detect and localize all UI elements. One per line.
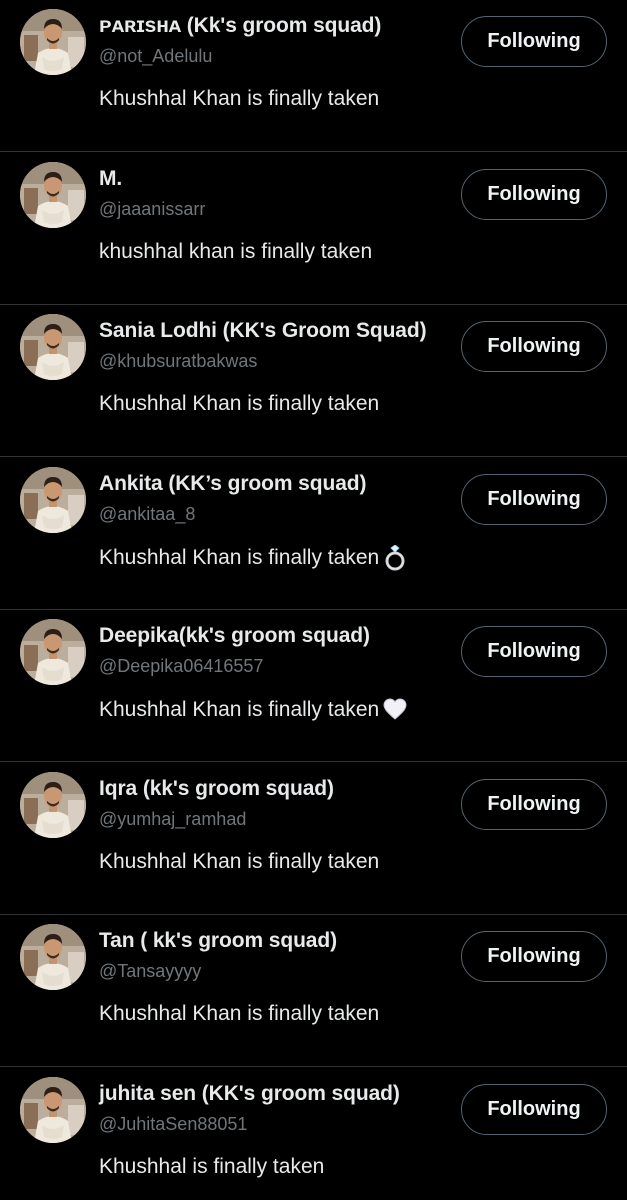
user-row[interactable]: juhita sen (KK's groom squad) @JuhitaSen…: [0, 1068, 627, 1200]
post-text-label: Khushhal Khan is finally taken: [99, 850, 380, 873]
following-button[interactable]: Following: [461, 169, 607, 220]
post-text-label: Khushhal Khan is finally taken: [99, 546, 380, 569]
following-button[interactable]: Following: [461, 474, 607, 525]
user-post-text: Khushhal Khan is finally taken: [99, 545, 407, 571]
user-display-name[interactable]: Ankita (KK’s groom squad): [99, 472, 367, 496]
following-button[interactable]: Following: [461, 16, 607, 67]
avatar[interactable]: [20, 1077, 86, 1143]
white-heart-icon: [383, 697, 407, 723]
user-post-text: khushhal khan is finally taken: [99, 240, 372, 264]
post-text-label: Khushhal is finally taken: [99, 1155, 325, 1178]
user-display-name[interactable]: Deepika(kk's groom squad): [99, 624, 370, 648]
post-text-label: Khushhal Khan is finally taken: [99, 698, 380, 721]
user-row[interactable]: ᴘᴀʀɪsʜᴀ (Kk's groom squad) @not_Adelulu …: [0, 0, 627, 152]
user-display-name[interactable]: Iqra (kk's groom squad): [99, 777, 334, 801]
following-button[interactable]: Following: [461, 931, 607, 982]
avatar-photo-icon: [20, 314, 86, 380]
user-handle[interactable]: @Tansayyyy: [99, 961, 201, 982]
user-display-name[interactable]: juhita sen (KK's groom squad): [99, 1082, 400, 1106]
user-display-name[interactable]: Sania Lodhi (KK's Groom Squad): [99, 319, 427, 343]
ring-icon: [383, 545, 407, 571]
user-handle[interactable]: @ankitaa_8: [99, 504, 195, 525]
user-post-text: Khushhal Khan is finally taken: [99, 392, 379, 416]
following-list: ᴘᴀʀɪsʜᴀ (Kk's groom squad) @not_Adelulu …: [0, 0, 627, 1200]
user-post-text: Khushhal is finally taken: [99, 1155, 324, 1179]
avatar[interactable]: [20, 467, 86, 533]
avatar[interactable]: [20, 924, 86, 990]
user-display-name[interactable]: Tan ( kk's groom squad): [99, 929, 337, 953]
avatar[interactable]: [20, 314, 86, 380]
user-row[interactable]: Ankita (KK’s groom squad) @ankitaa_8 Khu…: [0, 458, 627, 610]
user-handle[interactable]: @not_Adelulu: [99, 46, 212, 67]
user-post-text: Khushhal Khan is finally taken: [99, 87, 379, 111]
user-handle[interactable]: @Deepika06416557: [99, 656, 263, 677]
avatar-photo-icon: [20, 467, 86, 533]
post-text-label: Khushhal Khan is finally taken: [99, 392, 380, 415]
user-post-text: Khushhal Khan is finally taken: [99, 850, 379, 874]
user-handle[interactable]: @yumhaj_ramhad: [99, 809, 246, 830]
user-handle[interactable]: @jaaanissarr: [99, 199, 205, 220]
avatar[interactable]: [20, 162, 86, 228]
avatar[interactable]: [20, 9, 86, 75]
user-display-name[interactable]: ᴘᴀʀɪsʜᴀ (Kk's groom squad): [99, 14, 381, 38]
avatar-photo-icon: [20, 162, 86, 228]
user-row[interactable]: Deepika(kk's groom squad) @Deepika064165…: [0, 610, 627, 762]
avatar-photo-icon: [20, 9, 86, 75]
user-post-text: Khushhal Khan is finally taken: [99, 1002, 379, 1026]
following-button[interactable]: Following: [461, 626, 607, 677]
post-text-label: khushhal khan is finally taken: [99, 240, 373, 263]
user-handle[interactable]: @khubsuratbakwas: [99, 351, 257, 372]
post-text-label: Khushhal Khan is finally taken: [99, 87, 380, 110]
avatar-photo-icon: [20, 619, 86, 685]
user-row[interactable]: M. @jaaanissarr khushhal khan is finally…: [0, 153, 627, 305]
avatar-photo-icon: [20, 772, 86, 838]
avatar[interactable]: [20, 772, 86, 838]
avatar-photo-icon: [20, 1077, 86, 1143]
user-row[interactable]: Tan ( kk's groom squad) @Tansayyyy Khush…: [0, 915, 627, 1067]
user-post-text: Khushhal Khan is finally taken: [99, 697, 407, 723]
following-button[interactable]: Following: [461, 779, 607, 830]
user-row[interactable]: Iqra (kk's groom squad) @yumhaj_ramhad K…: [0, 763, 627, 915]
post-text-label: Khushhal Khan is finally taken: [99, 1002, 380, 1025]
user-handle[interactable]: @JuhitaSen88051: [99, 1114, 247, 1135]
avatar-photo-icon: [20, 924, 86, 990]
following-button[interactable]: Following: [461, 321, 607, 372]
user-display-name[interactable]: M.: [99, 167, 122, 191]
following-button[interactable]: Following: [461, 1084, 607, 1135]
avatar[interactable]: [20, 619, 86, 685]
user-row[interactable]: Sania Lodhi (KK's Groom Squad) @khubsura…: [0, 305, 627, 457]
